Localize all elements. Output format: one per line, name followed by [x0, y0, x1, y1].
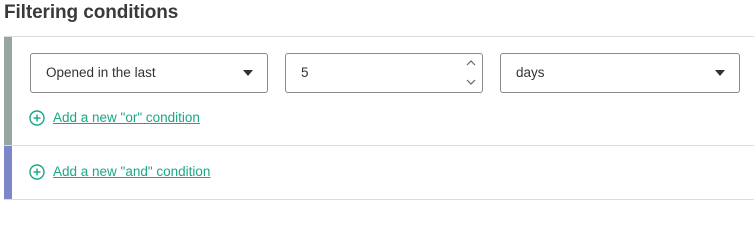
condition-number-input[interactable]: 5: [285, 53, 483, 93]
increment-button[interactable]: [460, 54, 482, 73]
add-and-condition-label: Add a new "and" condition: [53, 164, 211, 179]
caret-down-icon: [715, 70, 725, 76]
or-condition-group: Opened in the last 5 days Add a new "or"…: [4, 36, 754, 146]
condition-field-value: Opened in the last: [46, 65, 156, 80]
add-or-condition-label: Add a new "or" condition: [53, 110, 200, 125]
number-spinner: [460, 54, 482, 92]
chevron-down-icon: [466, 79, 476, 85]
decrement-button[interactable]: [460, 73, 482, 92]
caret-down-icon: [243, 70, 253, 76]
and-condition-group: Add a new "and" condition: [4, 146, 754, 200]
condition-unit-select[interactable]: days: [500, 53, 740, 93]
and-group-bar: [4, 146, 12, 199]
page-title: Filtering conditions: [4, 2, 179, 23]
condition-number-value: 5: [301, 65, 309, 80]
condition-field-select[interactable]: Opened in the last: [30, 53, 268, 93]
or-group-bar: [4, 37, 12, 145]
add-or-condition-link[interactable]: Add a new "or" condition: [29, 110, 200, 126]
add-and-condition-link[interactable]: Add a new "and" condition: [29, 164, 210, 180]
chevron-up-icon: [466, 60, 476, 66]
plus-circle-icon: [29, 110, 45, 126]
plus-circle-icon: [29, 164, 45, 180]
condition-unit-value: days: [516, 65, 545, 80]
